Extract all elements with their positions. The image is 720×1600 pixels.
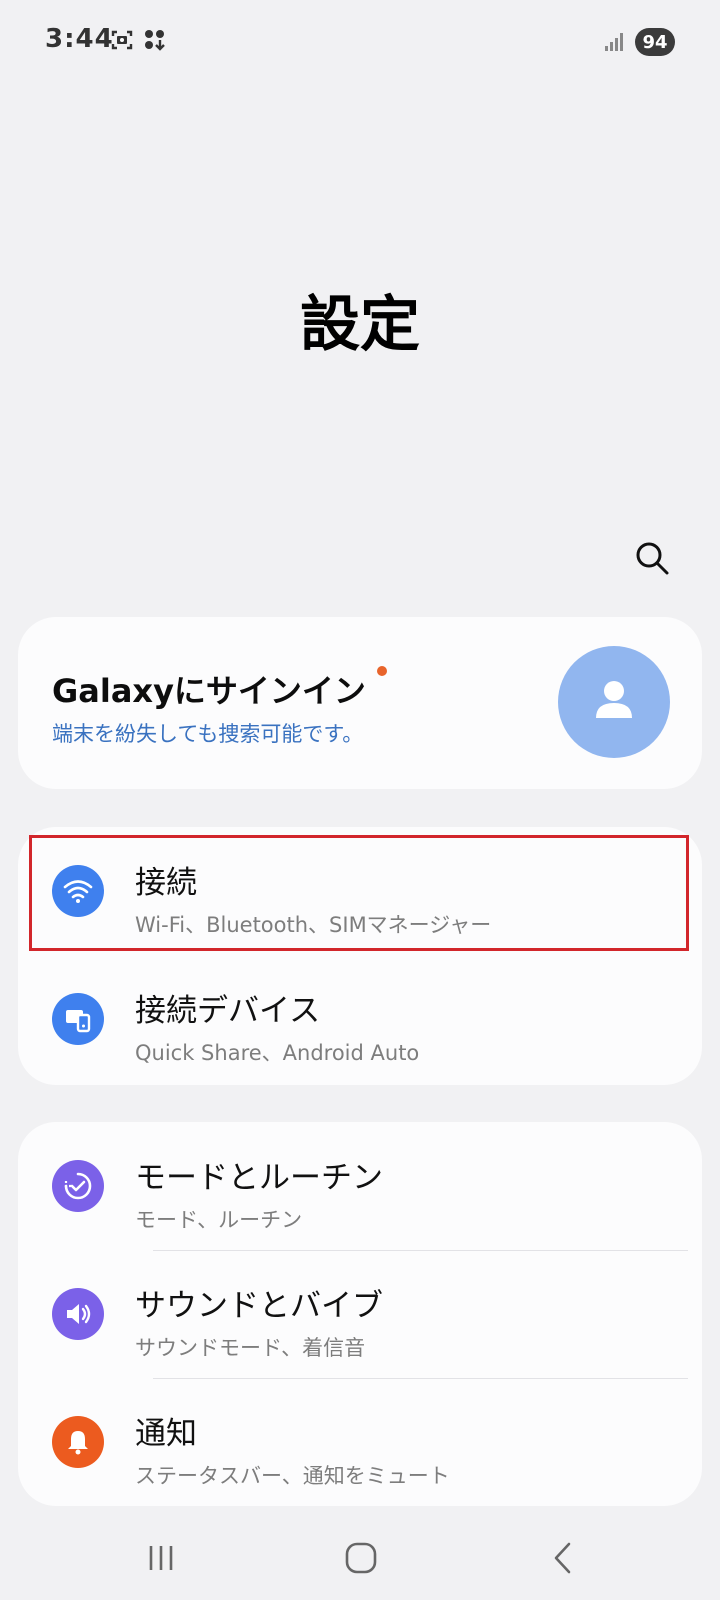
recent-apps-icon <box>149 1546 173 1570</box>
person-icon <box>596 681 632 718</box>
sound-icon <box>52 1288 104 1340</box>
settings-item-title: モードとルーチン <box>135 1160 383 1196</box>
settings-item-title: 接続デバイス <box>135 993 321 1029</box>
recent-apps-button[interactable] <box>131 1528 191 1588</box>
settings-item-notifications[interactable]: 通知 ステータスバー、通知をミュート <box>18 1378 702 1506</box>
back-icon <box>554 1542 571 1574</box>
highlight-box <box>29 835 689 951</box>
settings-item-subtitle: サウンドモード、着信音 <box>135 1336 366 1360</box>
home-icon <box>345 1542 377 1574</box>
signal-icon <box>604 32 626 56</box>
settings-item-title: サウンドとバイブ <box>135 1288 383 1324</box>
settings-item-subtitle: モード、ルーチン <box>135 1208 303 1232</box>
settings-item-sound[interactable]: サウンドとバイブ サウンドモード、着信音 <box>18 1250 702 1378</box>
notification-dot <box>377 666 387 676</box>
settings-item-modes-routines[interactable]: モードとルーチン モード、ルーチン <box>18 1122 702 1250</box>
home-button[interactable] <box>331 1528 391 1588</box>
status-time: 3:44 <box>45 24 114 54</box>
connected-devices-icon <box>52 993 104 1045</box>
search-icon <box>636 542 669 575</box>
search-button[interactable] <box>630 536 674 580</box>
avatar[interactable] <box>558 646 670 758</box>
signin-title: Galaxyにサインイン <box>52 672 366 710</box>
app-notification-icon <box>143 28 167 56</box>
signin-subtitle: 端末を紛失しても捜索可能です。 <box>52 722 364 746</box>
settings-group-general: モードとルーチン モード、ルーチン サウンドとバイブ サウンドモード、着信音 通… <box>18 1122 702 1506</box>
settings-item-connected-devices[interactable]: 接続デバイス Quick Share、Android Auto <box>18 955 702 1083</box>
back-button[interactable] <box>533 1528 593 1588</box>
bell-icon <box>52 1416 104 1468</box>
battery-indicator: 94 <box>635 28 675 56</box>
settings-item-title: 通知 <box>135 1416 197 1452</box>
screenshot-icon <box>110 28 134 56</box>
page-title: 設定 <box>300 290 420 360</box>
settings-item-subtitle: Quick Share、Android Auto <box>135 1041 420 1065</box>
modes-routines-icon <box>52 1160 104 1212</box>
settings-item-subtitle: ステータスバー、通知をミュート <box>135 1464 450 1488</box>
